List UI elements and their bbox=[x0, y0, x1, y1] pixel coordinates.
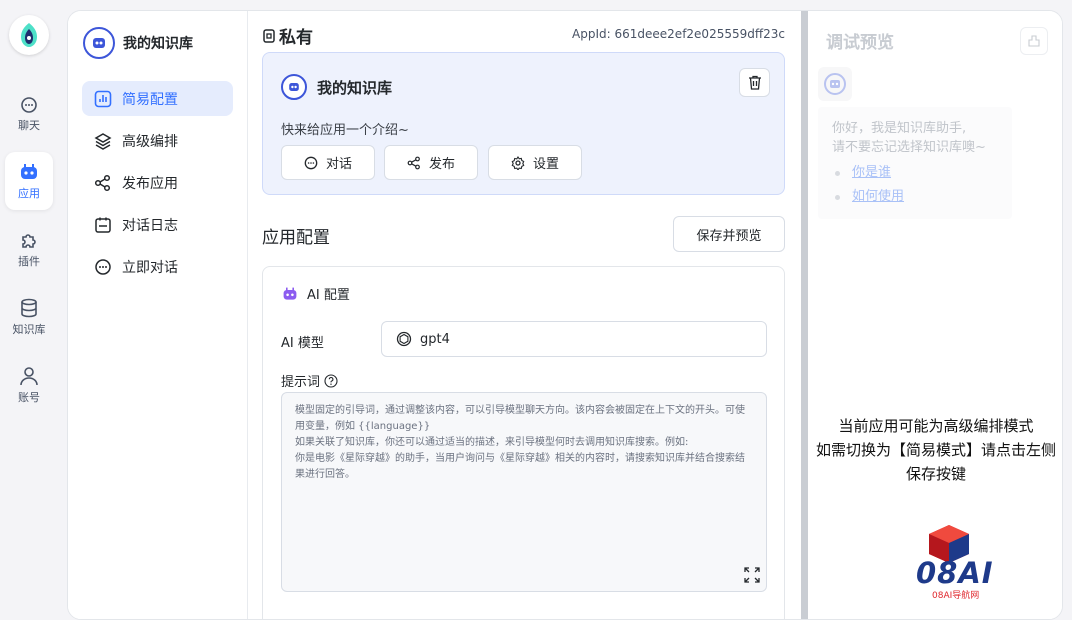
delete-app-button[interactable] bbox=[739, 68, 770, 97]
welcome-line: 你好，我是知识库助手, bbox=[832, 121, 967, 136]
app-avatar bbox=[281, 74, 307, 100]
sidebar-item-label: 立即对话 bbox=[122, 259, 178, 276]
rail-label: 账号 bbox=[18, 390, 40, 404]
app-sidebar: 我的知识库 简易配置 高级编排 发布应用 对话日志 立即对话 bbox=[68, 11, 248, 619]
app-card-header: 我的知识库 bbox=[281, 74, 392, 100]
user-avatar[interactable] bbox=[9, 15, 49, 55]
welcome-line: 请不要忘记选择知识库噢~ bbox=[832, 140, 986, 155]
config-panel: 私有 AppId: 661deee2ef2e025559dff23c 我的知识库… bbox=[248, 11, 801, 619]
sidebar-item-publish[interactable]: 发布应用 bbox=[82, 165, 233, 200]
page-title-text: 私有 bbox=[279, 28, 313, 48]
ai-config-header: AI 配置 bbox=[281, 284, 350, 303]
panel-splitter[interactable] bbox=[801, 11, 808, 619]
app-id: AppId: 661deee2ef2e025559dff23c bbox=[572, 27, 785, 41]
watermark-subtext: 08AI导航网 bbox=[932, 591, 980, 601]
app-intro: 快来给应用一个介绍~ bbox=[281, 123, 409, 138]
prompt-label: 提示词 bbox=[281, 375, 321, 390]
app-avatar bbox=[83, 27, 115, 59]
page-title: 私有 bbox=[263, 23, 313, 48]
app-info-card: 我的知识库 快来给应用一个介绍~ 对话 发布 设置 bbox=[262, 52, 785, 195]
publish-button-label: 发布 bbox=[428, 157, 455, 172]
rail-item-chat[interactable]: 聊天 bbox=[5, 85, 53, 143]
publish-button[interactable]: 发布 bbox=[384, 145, 478, 180]
robot-icon bbox=[21, 163, 37, 179]
model-value: gpt4 bbox=[420, 331, 450, 347]
layers-icon bbox=[94, 132, 112, 150]
sidebar-app-name: 我的知识库 bbox=[123, 36, 193, 52]
watermark-logo: 08AI 08AI导航网 bbox=[850, 520, 993, 607]
broom-icon bbox=[1028, 35, 1040, 47]
rail-item-account[interactable]: 账号 bbox=[5, 356, 53, 414]
chat-button[interactable]: 对话 bbox=[281, 145, 375, 180]
trash-icon bbox=[748, 75, 761, 90]
settings-button[interactable]: 设置 bbox=[488, 145, 582, 180]
sidebar-item-label: 对话日志 bbox=[122, 217, 178, 234]
chat-icon bbox=[21, 96, 37, 113]
settings-button-label: 设置 bbox=[532, 157, 559, 172]
sidebar-item-label: 简易配置 bbox=[122, 91, 178, 108]
question-text[interactable]: 你是谁 bbox=[852, 165, 891, 180]
sidebar-item-advanced[interactable]: 高级编排 bbox=[82, 123, 233, 158]
bot-avatar bbox=[818, 67, 852, 101]
app-card-name: 我的知识库 bbox=[317, 78, 393, 97]
rail-label: 插件 bbox=[18, 254, 40, 268]
share-icon bbox=[94, 174, 111, 191]
robot-icon bbox=[283, 287, 297, 300]
welcome-message: 你好，我是知识库助手, 请不要忘记选择知识库噢~ 你是谁 如何使用 bbox=[818, 107, 1012, 219]
debug-title: 调试预览 bbox=[826, 33, 894, 53]
suggested-question[interactable]: 你是谁 bbox=[832, 161, 998, 185]
sidebar-item-label: 高级编排 bbox=[122, 133, 178, 150]
ai-config-title: AI 配置 bbox=[307, 288, 350, 303]
sidebar-item-simple-config[interactable]: 简易配置 bbox=[82, 81, 233, 116]
advanced-mode-notice: 当前应用可能为高级编排模式 如需切换为【简易模式】请点击左侧保存按键 bbox=[815, 417, 1056, 483]
rail-item-knowledge[interactable]: 知识库 bbox=[5, 288, 53, 346]
watermark-text: 08AI bbox=[916, 556, 994, 590]
ai-config-card: AI 配置 AI 模型 gpt4 提示词 模型固定的引导词，通过调整该内容，可以… bbox=[262, 266, 785, 619]
sidebar-item-label: 发布应用 bbox=[122, 175, 178, 192]
gear-icon bbox=[511, 155, 525, 170]
question-text[interactable]: 如何使用 bbox=[852, 189, 904, 204]
chat-button-label: 对话 bbox=[325, 157, 352, 172]
model-select[interactable]: gpt4 bbox=[381, 321, 767, 357]
sidebar-app-header: 我的知识库 bbox=[83, 27, 193, 59]
openai-icon bbox=[396, 331, 412, 347]
prompt-label-row: 提示词 bbox=[281, 371, 338, 390]
save-preview-button[interactable]: 保存并预览 bbox=[673, 216, 785, 252]
sidebar-item-chat-now[interactable]: 立即对话 bbox=[82, 249, 233, 284]
puzzle-icon bbox=[22, 233, 36, 248]
clear-chat-button[interactable] bbox=[1020, 27, 1048, 55]
bar-chart-icon bbox=[94, 90, 112, 107]
suggested-questions: 你是谁 如何使用 bbox=[832, 161, 998, 209]
calendar-log-icon bbox=[95, 217, 111, 233]
section-title: 应用配置 bbox=[262, 228, 330, 248]
rail-item-plugins[interactable]: 插件 bbox=[5, 220, 53, 278]
left-rail: 聊天 应用 插件 知识库 账号 bbox=[0, 0, 58, 607]
rail-label: 应用 bbox=[18, 186, 40, 200]
lock-icon bbox=[263, 28, 275, 43]
database-icon bbox=[21, 298, 37, 317]
suggested-question[interactable]: 如何使用 bbox=[832, 185, 998, 209]
chat-icon bbox=[95, 258, 111, 275]
user-icon bbox=[20, 366, 38, 385]
model-label: AI 模型 bbox=[281, 336, 324, 351]
sidebar-item-logs[interactable]: 对话日志 bbox=[82, 207, 233, 242]
rail-label: 知识库 bbox=[12, 322, 46, 336]
share-icon bbox=[407, 156, 420, 169]
prompt-textarea[interactable]: 模型固定的引导词，通过调整该内容，可以引导模型聊天方向。该内容会被固定在上下文的… bbox=[281, 392, 767, 592]
rail-label: 聊天 bbox=[18, 118, 40, 132]
rail-item-apps[interactable]: 应用 bbox=[5, 152, 53, 210]
help-icon[interactable] bbox=[324, 373, 338, 388]
expand-icon[interactable] bbox=[744, 567, 760, 587]
chat-icon bbox=[304, 156, 318, 169]
